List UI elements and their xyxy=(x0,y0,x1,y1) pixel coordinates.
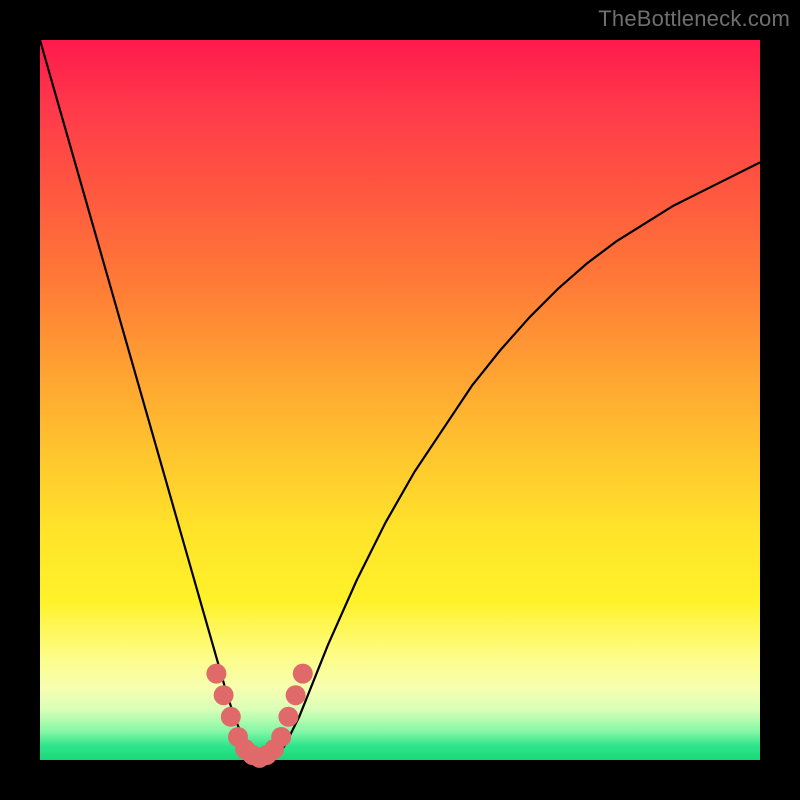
chart-frame: TheBottleneck.com xyxy=(0,0,800,800)
valley-marker xyxy=(293,664,313,684)
valley-marker xyxy=(271,727,291,747)
bottleneck-curve xyxy=(40,40,760,758)
valley-marker xyxy=(206,664,226,684)
watermark-text: TheBottleneck.com xyxy=(598,6,790,32)
valley-marker xyxy=(221,707,241,727)
curve-svg xyxy=(40,40,760,760)
valley-marker-group xyxy=(206,664,312,768)
valley-marker xyxy=(214,685,234,705)
valley-marker xyxy=(278,707,298,727)
valley-marker xyxy=(286,685,306,705)
plot-area xyxy=(40,40,760,760)
